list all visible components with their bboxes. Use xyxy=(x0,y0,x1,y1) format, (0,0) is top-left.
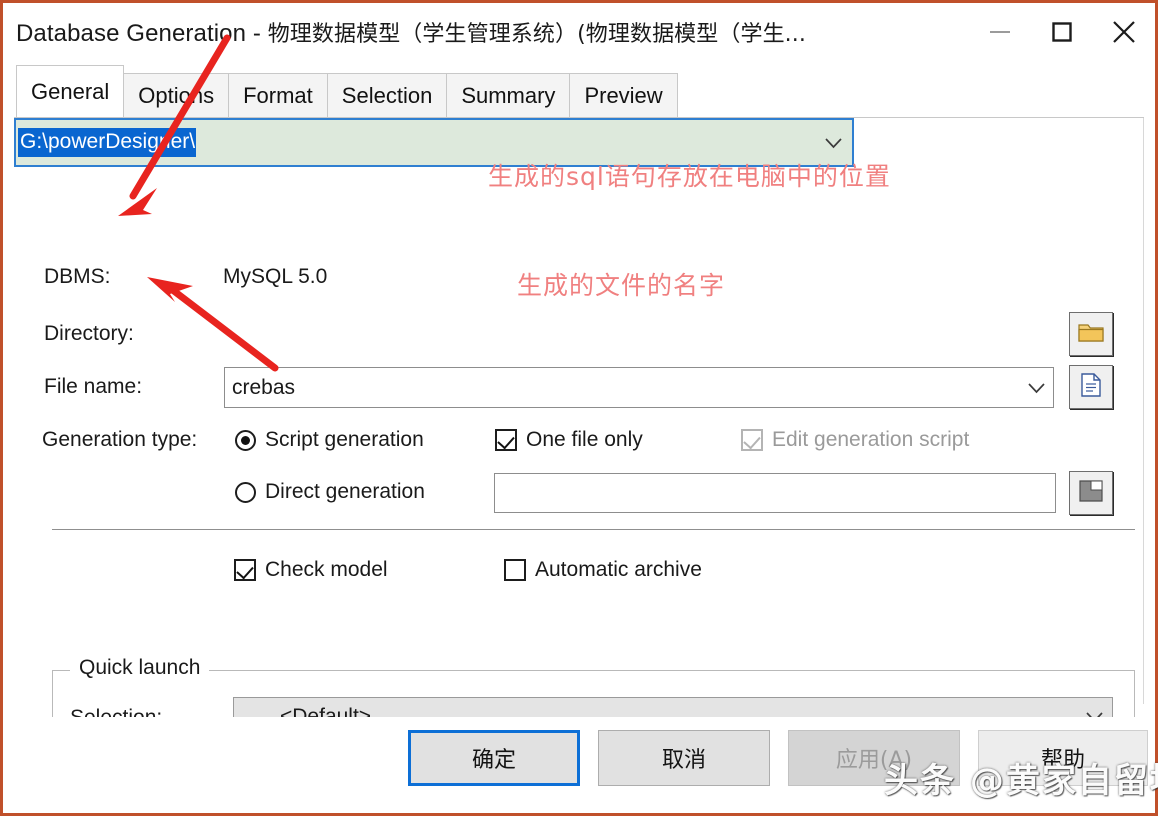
panel-divider xyxy=(1143,118,1144,704)
browse-generation-script-button[interactable] xyxy=(1069,471,1113,515)
folder-icon xyxy=(1077,320,1105,349)
tab-general[interactable]: General xyxy=(16,65,125,117)
generation-script-value xyxy=(495,474,502,497)
checkbox-indicator[interactable] xyxy=(234,559,256,581)
directory-combobox[interactable]: G:\powerDesigner\ xyxy=(14,118,854,167)
checkbox-label: Automatic archive xyxy=(535,558,702,581)
file-name-value[interactable]: crebas xyxy=(225,376,295,400)
checkbox-label: Check model xyxy=(265,558,388,581)
window-title-cjk: 物理数据模型（学生管理系统）(物理数据模型（学生... xyxy=(267,22,806,47)
radio-indicator[interactable] xyxy=(235,481,256,503)
file-name-combobox[interactable]: crebas xyxy=(224,367,1054,408)
directory-label: Directory: xyxy=(44,322,134,345)
maximize-icon[interactable] xyxy=(1031,3,1093,61)
directory-value[interactable]: G:\powerDesigner\ xyxy=(18,127,197,158)
checkbox-indicator[interactable] xyxy=(495,429,517,451)
quick-launch-legend: Quick launch xyxy=(70,656,210,680)
cancel-button[interactable]: 取消 xyxy=(598,730,770,786)
checkbox-one-file-only[interactable]: One file only xyxy=(495,428,643,452)
window-title-english: Database Generation - xyxy=(16,20,268,47)
radio-label: Script generation xyxy=(265,428,424,451)
minimize-icon[interactable] xyxy=(969,3,1031,61)
radio-script-generation[interactable]: Script generation xyxy=(235,428,424,452)
tab-format[interactable]: Format xyxy=(228,73,328,117)
tab-options[interactable]: Options xyxy=(123,73,230,117)
checkbox-label: Edit generation script xyxy=(772,428,970,451)
checkbox-check-model[interactable]: Check model xyxy=(234,558,388,582)
checkbox-label: One file only xyxy=(526,428,643,451)
browse-directory-button[interactable] xyxy=(1069,312,1113,356)
checkbox-indicator xyxy=(741,429,763,451)
dbms-value: MySQL 5.0 xyxy=(223,265,328,288)
file-name-label: File name: xyxy=(44,375,143,398)
close-icon[interactable] xyxy=(1093,3,1155,61)
checkbox-automatic-archive[interactable]: Automatic archive xyxy=(504,558,702,582)
general-tab-panel: DBMS: MySQL 5.0 Directory: G:\powerDesig… xyxy=(14,117,1144,804)
checkbox-edit-generation-script: Edit generation script xyxy=(741,428,969,452)
ok-button[interactable]: 确定 xyxy=(408,730,580,786)
apply-button: 应用(A) xyxy=(788,730,960,786)
radio-direct-generation[interactable]: Direct generation xyxy=(235,480,425,504)
checkbox-indicator[interactable] xyxy=(504,559,526,581)
caption-button-group xyxy=(969,3,1155,61)
dialog-footer: 确定 取消 应用(A) 帮助 xyxy=(3,717,1155,813)
generation-type-label: Generation type: xyxy=(42,428,198,451)
window-title: Database Generation - 物理数据模型（学生管理系统）(物理数… xyxy=(16,16,806,48)
help-button[interactable]: 帮助 xyxy=(978,730,1148,786)
dbms-label: DBMS: xyxy=(44,265,111,288)
tab-strip: General Options Format Selection Summary… xyxy=(3,61,1155,117)
generation-script-input[interactable] xyxy=(494,473,1056,513)
document-icon xyxy=(1079,372,1103,403)
dialog-window: Database Generation - 物理数据模型（学生管理系统）(物理数… xyxy=(0,0,1158,816)
chevron-down-icon[interactable] xyxy=(1019,382,1053,394)
radio-label: Direct generation xyxy=(265,480,425,503)
section-divider xyxy=(52,529,1135,530)
radio-indicator[interactable] xyxy=(235,429,256,451)
save-folder-icon xyxy=(1077,478,1105,509)
tab-preview[interactable]: Preview xyxy=(569,73,678,117)
tab-summary[interactable]: Summary xyxy=(446,73,571,117)
title-bar: Database Generation - 物理数据模型（学生管理系统）(物理数… xyxy=(3,3,1155,61)
tab-selection[interactable]: Selection xyxy=(326,73,448,117)
chevron-down-icon[interactable] xyxy=(816,137,850,149)
browse-file-button[interactable] xyxy=(1069,365,1113,409)
